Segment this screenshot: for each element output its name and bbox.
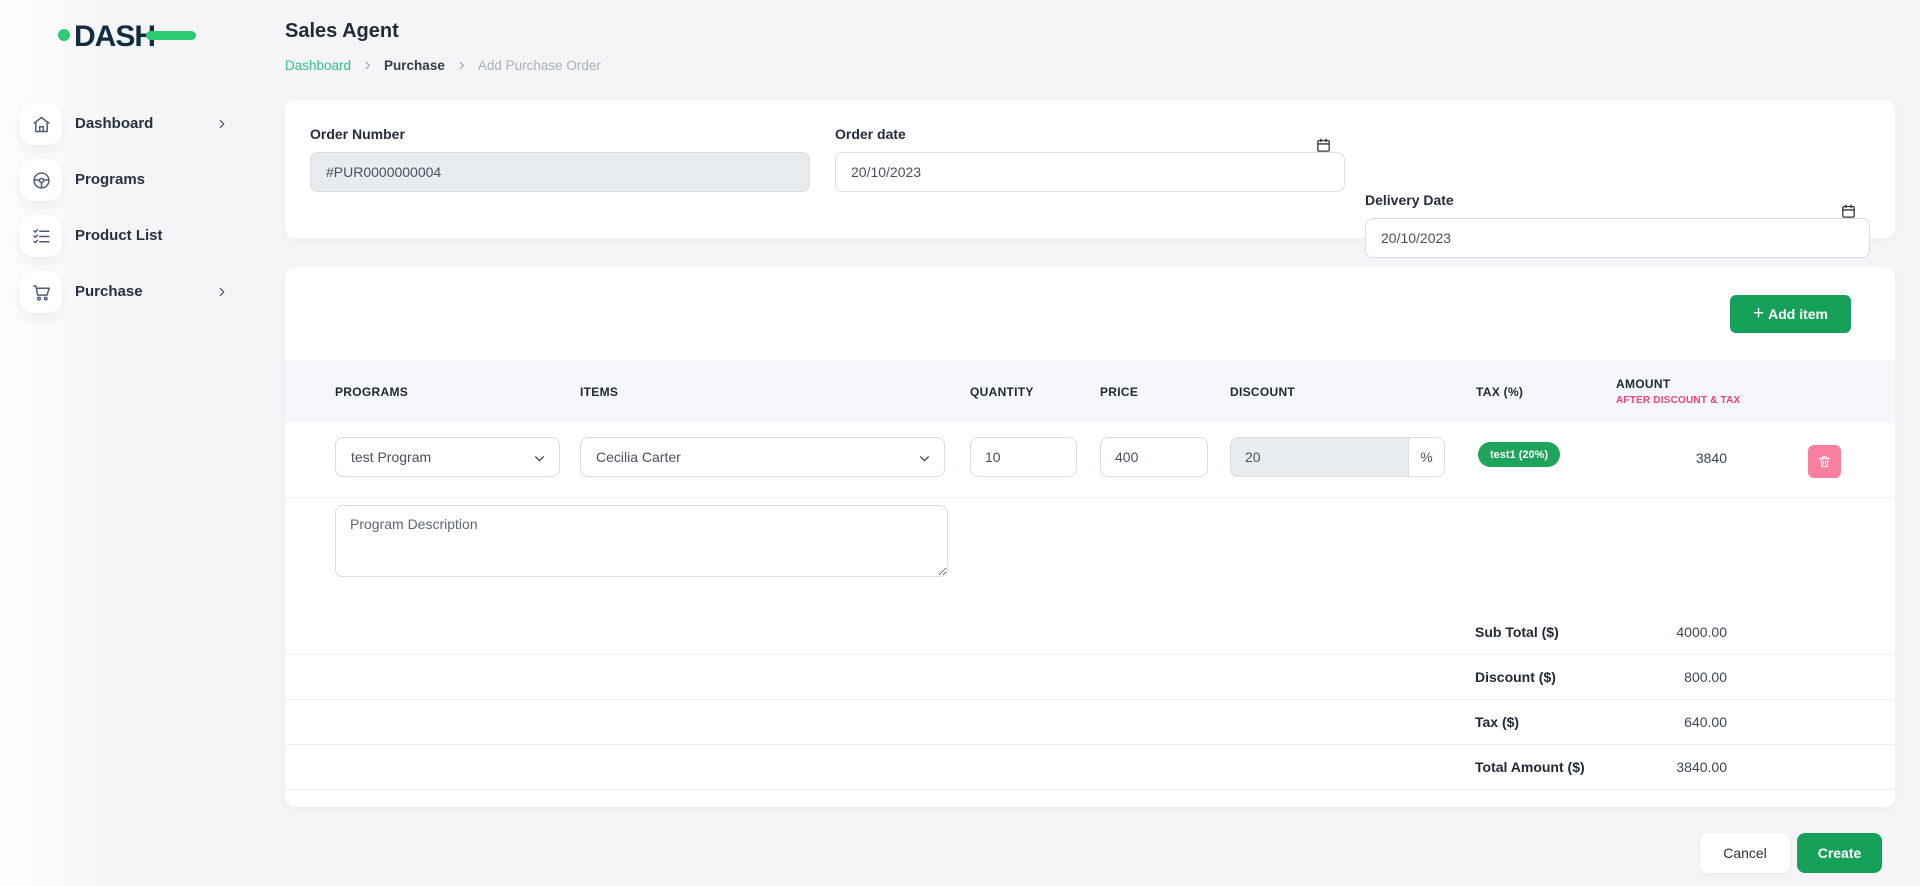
price-input[interactable] [1100,437,1208,477]
trash-icon [1817,454,1832,469]
items-table-header: PROGRAMS ITEMS QUANTITY PRICE DISCOUNT T… [285,360,1895,423]
app-window: DASH Dashboard Programs [0,0,1920,886]
sidebar-item-label: Dashboard [75,103,153,145]
create-button[interactable]: Create [1797,833,1882,873]
home-icon [20,103,62,145]
col-amount-subnote: AFTER DISCOUNT & TAX [1616,395,1740,406]
order-date-input[interactable] [835,152,1345,192]
tax-total-value: 640.00 [1575,714,1727,730]
chevron-right-icon [215,282,229,307]
row-divider [285,497,1895,498]
col-programs: PROGRAMS [335,360,408,423]
order-date-label: Order date [835,126,1345,142]
plus-icon: + [1753,304,1764,323]
checklist-icon [20,215,62,257]
quantity-input[interactable] [970,437,1077,477]
discount-total-label: Discount ($) [1475,669,1556,685]
sidebar-item-dashboard[interactable]: Dashboard [0,103,250,145]
cart-icon [20,271,62,313]
order-number-label: Order Number [310,126,810,142]
col-discount: DISCOUNT [1230,360,1295,423]
subtotal-label: Sub Total ($) [1475,624,1559,640]
col-tax: TAX (%) [1476,360,1523,423]
grand-total-label: Total Amount ($) [1475,759,1585,775]
tax-total-row: Tax ($) 640.00 [285,700,1895,745]
subtotal-row: Sub Total ($) 4000.00 [285,610,1895,655]
chevron-right-icon [215,114,229,139]
sidebar-item-product-list[interactable]: Product List [0,215,250,257]
program-select[interactable]: test Program [335,437,560,477]
logo-dash-bar [146,31,196,40]
discount-input-group: % [1230,437,1445,477]
col-quantity: QUANTITY [970,360,1034,423]
grand-total-value: 3840.00 [1575,759,1727,775]
brand-logo[interactable]: DASH [56,10,206,56]
tax-badge: test1 (20%) [1478,442,1560,467]
sidebar-item-purchase[interactable]: Purchase [0,271,250,313]
col-amount-title: AMOUNT [1616,377,1740,391]
order-details-card: Order Number Order date Delivery Date [285,100,1895,238]
steering-wheel-icon [20,159,62,201]
subtotal-value: 4000.00 [1575,624,1727,640]
grand-total-row: Total Amount ($) 3840.00 [285,745,1895,790]
program-select-value: test Program [351,449,431,465]
discount-input[interactable] [1230,437,1409,477]
chevron-down-icon [533,452,546,465]
col-amount: AMOUNT AFTER DISCOUNT & TAX [1616,360,1740,423]
add-item-button[interactable]: + Add item [1730,295,1851,333]
page-title: Sales Agent [285,20,399,43]
breadcrumb-current: Add Purchase Order [478,58,601,73]
cancel-button[interactable]: Cancel [1700,833,1790,873]
col-price: PRICE [1100,360,1138,423]
logo-text: DASH [74,20,155,53]
breadcrumb-purchase[interactable]: Purchase [384,58,445,73]
delivery-date-label: Delivery Date [1365,192,1870,208]
sidebar-item-label: Product List [75,215,163,257]
tax-total-label: Tax ($) [1475,714,1519,730]
breadcrumb-separator-icon [362,60,373,71]
chevron-down-icon [918,452,931,465]
col-items: ITEMS [580,360,618,423]
delete-row-button[interactable] [1808,445,1841,478]
sidebar-item-label: Purchase [75,271,143,313]
add-item-label: Add item [1768,306,1828,322]
item-select-value: Cecilia Carter [596,449,681,465]
row-amount-value: 3840 [1607,450,1727,466]
program-description-textarea[interactable] [335,505,948,577]
logo-dot [58,29,70,41]
breadcrumb: Dashboard Purchase Add Purchase Order [285,58,601,73]
sidebar-item-label: Programs [75,159,145,201]
sidebar-item-programs[interactable]: Programs [0,159,250,201]
order-number-input[interactable] [310,152,810,192]
item-select[interactable]: Cecilia Carter [580,437,945,477]
purchase-items-card: + Add item PROGRAMS ITEMS QUANTITY PRICE… [285,267,1895,807]
delivery-date-input[interactable] [1365,218,1870,258]
percent-addon: % [1408,437,1445,477]
breadcrumb-dashboard[interactable]: Dashboard [285,58,351,73]
discount-total-value: 800.00 [1575,669,1727,685]
discount-total-row: Discount ($) 800.00 [285,655,1895,700]
breadcrumb-separator-icon [456,60,467,71]
